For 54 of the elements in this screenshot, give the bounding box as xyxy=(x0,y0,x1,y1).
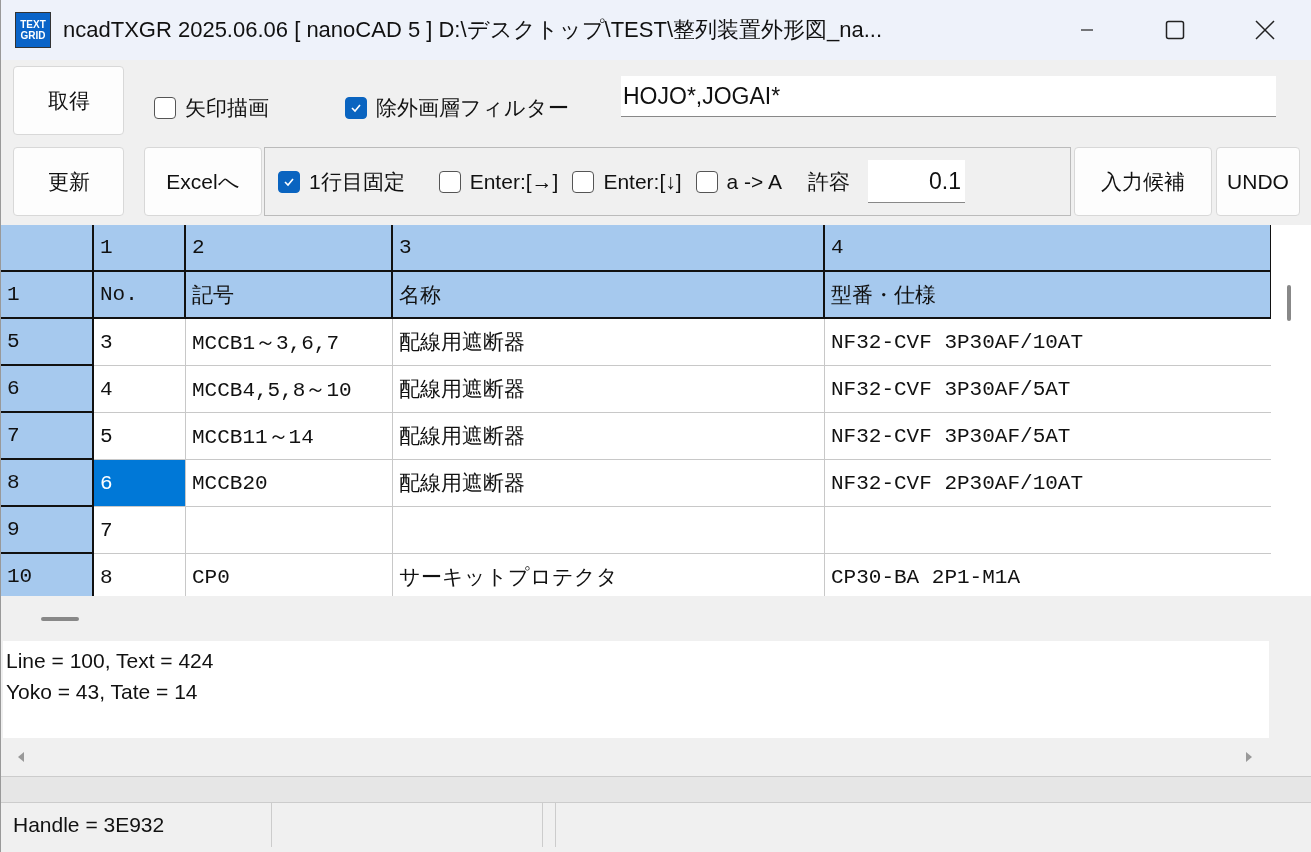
scroll-left-icon[interactable] xyxy=(17,752,25,762)
row-header[interactable]: 1 xyxy=(1,272,94,319)
tolerance-label: 許容 xyxy=(808,168,851,195)
column-header[interactable]: 3 xyxy=(393,225,825,272)
table-cell[interactable]: 5 xyxy=(94,413,186,460)
maximize-icon[interactable] xyxy=(1165,20,1185,40)
table-cell[interactable] xyxy=(393,507,825,554)
splitter-handle[interactable] xyxy=(41,616,79,621)
table-cell[interactable]: 配線用遮断器 xyxy=(393,460,825,507)
app-logo: TEXT GRID xyxy=(15,12,51,48)
header-cell[interactable]: 型番・仕様 xyxy=(825,272,1272,319)
column-header[interactable]: 4 xyxy=(825,225,1272,272)
header-cell[interactable]: 名称 xyxy=(393,272,825,319)
row-header[interactable]: 9 xyxy=(1,507,94,554)
table-cell[interactable]: 配線用遮断器 xyxy=(393,413,825,460)
table-cell[interactable]: MCCB11～14 xyxy=(186,413,393,460)
filter-checkbox[interactable]: 除外画層フィルター xyxy=(345,93,569,122)
tolerance-field[interactable]: 0.1 xyxy=(868,160,966,203)
table-cell[interactable]: 4 xyxy=(94,366,186,413)
option-checkbox[interactable]: a -> A xyxy=(695,169,783,194)
scroll-right-icon[interactable] xyxy=(1245,752,1253,762)
undo-button[interactable]: UNDO xyxy=(1216,147,1300,216)
log-line: Line = 100, Text = 424 xyxy=(5,648,214,674)
table-cell[interactable]: 3 xyxy=(94,319,186,366)
table-cell[interactable]: MCCB1～3,6,7 xyxy=(186,319,393,366)
filter-field[interactable]: HOJO*,JOGAI* xyxy=(621,76,1276,117)
close-icon[interactable] xyxy=(1255,20,1275,40)
table-cell[interactable]: 6 xyxy=(94,460,186,507)
table-cell[interactable]: 7 xyxy=(94,507,186,554)
arrow-checkbox[interactable]: 矢印描画 xyxy=(154,93,269,122)
table-cell[interactable]: MCCB20 xyxy=(186,460,393,507)
option-checkbox[interactable]: 1行目固定 xyxy=(278,167,405,196)
column-header[interactable]: 2 xyxy=(186,225,393,272)
header-cell[interactable]: 記号 xyxy=(186,272,393,319)
row-header[interactable]: 6 xyxy=(1,366,94,413)
table-cell[interactable]: 配線用遮断器 xyxy=(393,319,825,366)
table-cell[interactable]: MCCB4,5,8～10 xyxy=(186,366,393,413)
row-header[interactable]: 10 xyxy=(1,554,94,596)
column-header[interactable]: 1 xyxy=(94,225,186,272)
row-header[interactable]: 8 xyxy=(1,460,94,507)
get-button[interactable]: 取得 xyxy=(13,66,124,135)
option-checkbox[interactable]: Enter:[↓] xyxy=(572,169,682,194)
status-text: Handle = 3E932 xyxy=(1,803,272,847)
table-cell[interactable]: 配線用遮断器 xyxy=(393,366,825,413)
suggest-button[interactable]: 入力候補 xyxy=(1074,147,1212,216)
log-line: Yoko = 43, Tate = 14 xyxy=(5,679,198,705)
header-cell[interactable]: No. xyxy=(94,272,186,319)
row-header[interactable]: 7 xyxy=(1,413,94,460)
row-header[interactable]: 5 xyxy=(1,319,94,366)
table-cell[interactable] xyxy=(186,507,393,554)
excel-button[interactable]: Excelへ xyxy=(144,147,262,216)
update-button[interactable]: 更新 xyxy=(13,147,124,216)
option-checkbox[interactable]: Enter:[→] xyxy=(438,169,559,194)
window-title: ncadTXGR 2025.06.06 [ nanoCAD 5 ] D:\デスクトップ\TEST\整列装置外形図_na... xyxy=(63,16,883,44)
